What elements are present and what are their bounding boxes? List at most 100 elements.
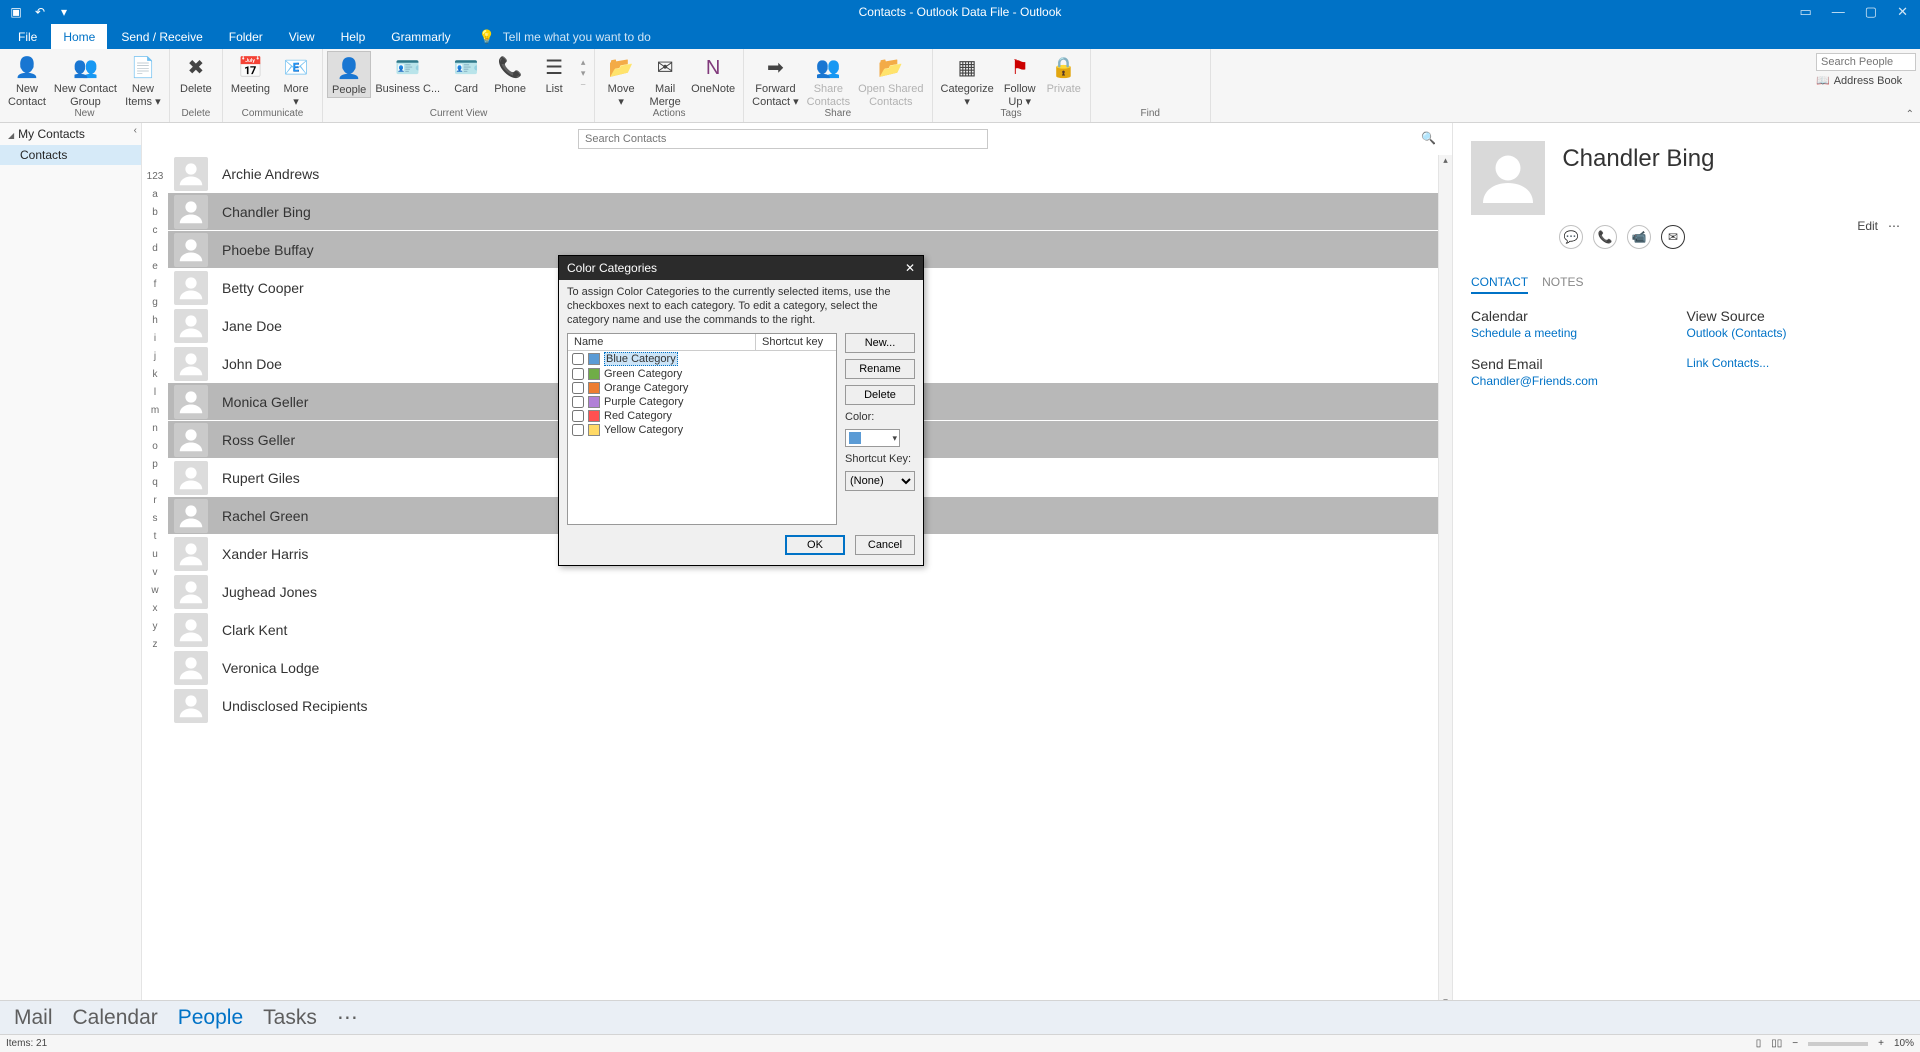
minimize-icon[interactable]: — bbox=[1832, 4, 1845, 20]
move-button[interactable]: 📂Move▾ bbox=[599, 51, 643, 108]
view-business-card-button[interactable]: 🪪Business C... bbox=[371, 51, 444, 96]
category-checkbox[interactable] bbox=[572, 353, 584, 365]
nav-calendar[interactable]: Calendar bbox=[73, 1006, 158, 1030]
scroll-up-icon[interactable]: ▴ bbox=[1439, 155, 1452, 169]
nav-mail[interactable]: Mail bbox=[14, 1006, 53, 1030]
email-action-icon[interactable]: ✉ bbox=[1661, 225, 1685, 249]
alpha-m[interactable]: m bbox=[151, 405, 159, 416]
contact-row[interactable]: Veronica Lodge bbox=[168, 649, 1452, 687]
my-contacts-heading[interactable]: My Contacts bbox=[0, 123, 141, 145]
new-contact-group-button[interactable]: 👥New ContactGroup bbox=[50, 51, 121, 108]
nav-tasks[interactable]: Tasks bbox=[263, 1006, 317, 1030]
call-action-icon[interactable]: 📞 bbox=[1593, 225, 1617, 249]
alpha-c[interactable]: c bbox=[153, 225, 158, 236]
nav-more-icon[interactable]: ⋯ bbox=[337, 1005, 358, 1030]
category-checkbox[interactable] bbox=[572, 410, 584, 422]
category-checkbox[interactable] bbox=[572, 368, 584, 380]
category-row[interactable]: Yellow Category bbox=[568, 423, 836, 437]
color-dropdown[interactable] bbox=[845, 429, 900, 447]
alpha-x[interactable]: x bbox=[153, 603, 158, 614]
chat-action-icon[interactable]: 💬 bbox=[1559, 225, 1583, 249]
contact-row[interactable]: Archie Andrews bbox=[168, 155, 1452, 193]
scrollbar[interactable]: ▴ ▾ bbox=[1438, 155, 1452, 1010]
zoom-in-icon[interactable]: + bbox=[1878, 1038, 1884, 1049]
address-book-button[interactable]: 📖Address Book bbox=[1816, 74, 1916, 87]
new-items-button[interactable]: 📄NewItems ▾ bbox=[121, 51, 165, 108]
alpha-123[interactable]: 123 bbox=[147, 171, 164, 182]
alpha-w[interactable]: w bbox=[151, 585, 158, 596]
delete-button[interactable]: ✖Delete bbox=[174, 51, 218, 96]
tell-me[interactable]: 💡 Tell me what you want to do bbox=[479, 24, 651, 49]
alpha-a[interactable]: a bbox=[152, 189, 158, 200]
link-contacts-link[interactable]: Link Contacts... bbox=[1687, 356, 1903, 370]
contact-row[interactable]: Chandler Bing bbox=[168, 193, 1452, 231]
schedule-meeting-link[interactable]: Schedule a meeting bbox=[1471, 326, 1687, 340]
alpha-b[interactable]: b bbox=[152, 207, 158, 218]
alpha-z[interactable]: z bbox=[153, 639, 158, 650]
follow-up-button[interactable]: ⚑FollowUp ▾ bbox=[998, 51, 1042, 108]
more-options-icon[interactable]: ⋯ bbox=[1888, 219, 1900, 233]
category-checkbox[interactable] bbox=[572, 424, 584, 436]
contact-row[interactable]: Undisclosed Recipients bbox=[168, 687, 1452, 725]
tab-grammarly[interactable]: Grammarly bbox=[379, 24, 462, 49]
contact-email-link[interactable]: Chandler@Friends.com bbox=[1471, 374, 1687, 388]
view-phone-button[interactable]: 📞Phone bbox=[488, 51, 532, 96]
close-icon[interactable]: ✕ bbox=[1897, 4, 1908, 20]
tab-view[interactable]: View bbox=[277, 24, 327, 49]
undo-icon[interactable]: ↶ bbox=[32, 4, 48, 20]
alpha-n[interactable]: n bbox=[152, 423, 158, 434]
mail-merge-button[interactable]: ✉MailMerge bbox=[643, 51, 687, 108]
forward-contact-button[interactable]: ➡ForwardContact ▾ bbox=[748, 51, 803, 108]
alpha-v[interactable]: v bbox=[153, 567, 158, 578]
alpha-y[interactable]: y bbox=[153, 621, 158, 632]
folder-contacts[interactable]: Contacts bbox=[0, 145, 141, 165]
category-checkbox[interactable] bbox=[572, 396, 584, 408]
edit-link[interactable]: Edit bbox=[1857, 219, 1878, 233]
ribbon-display-icon[interactable]: ▭ bbox=[1800, 4, 1812, 20]
zoom-slider[interactable] bbox=[1808, 1042, 1868, 1046]
category-checkbox[interactable] bbox=[572, 382, 584, 394]
alpha-g[interactable]: g bbox=[152, 297, 158, 308]
tab-contact[interactable]: CONTACT bbox=[1471, 275, 1528, 294]
alpha-t[interactable]: t bbox=[154, 531, 157, 542]
dialog-close-icon[interactable]: ✕ bbox=[905, 261, 915, 275]
view-card-button[interactable]: 🪪Card bbox=[444, 51, 488, 96]
alpha-i[interactable]: i bbox=[154, 333, 156, 344]
search-contacts-input[interactable] bbox=[578, 129, 988, 149]
contact-row[interactable]: Jughead Jones bbox=[168, 573, 1452, 611]
alpha-o[interactable]: o bbox=[152, 441, 158, 452]
alpha-l[interactable]: l bbox=[154, 387, 156, 398]
video-action-icon[interactable]: 📹 bbox=[1627, 225, 1651, 249]
onenote-button[interactable]: NOneNote bbox=[687, 51, 739, 96]
alpha-q[interactable]: q bbox=[152, 477, 158, 488]
nav-people[interactable]: People bbox=[178, 1006, 243, 1030]
category-row[interactable]: Orange Category bbox=[568, 381, 836, 395]
ok-button[interactable]: OK bbox=[785, 535, 845, 555]
delete-category-button[interactable]: Delete bbox=[845, 385, 915, 405]
alpha-u[interactable]: u bbox=[152, 549, 158, 560]
categorize-button[interactable]: ▦Categorize▾ bbox=[937, 51, 998, 108]
view-source-link[interactable]: Outlook (Contacts) bbox=[1687, 326, 1903, 340]
category-row[interactable]: Green Category bbox=[568, 367, 836, 381]
alpha-s[interactable]: s bbox=[153, 513, 158, 524]
zoom-out-icon[interactable]: − bbox=[1792, 1038, 1798, 1049]
search-people-input[interactable] bbox=[1816, 53, 1916, 71]
outlook-icon[interactable]: ▣ bbox=[8, 4, 24, 20]
search-icon[interactable]: 🔍 bbox=[1421, 131, 1436, 145]
view-people-button[interactable]: 👤People bbox=[327, 51, 371, 98]
collapse-folder-pane-icon[interactable]: ‹ bbox=[134, 125, 137, 136]
cancel-button[interactable]: Cancel bbox=[855, 535, 915, 555]
view-list-button[interactable]: ☰List bbox=[532, 51, 576, 96]
tab-notes[interactable]: NOTES bbox=[1542, 275, 1583, 294]
tab-file[interactable]: File bbox=[6, 24, 49, 49]
collapse-ribbon-icon[interactable]: ⌃ bbox=[1906, 109, 1914, 120]
alpha-k[interactable]: k bbox=[153, 369, 158, 380]
alpha-e[interactable]: e bbox=[152, 261, 158, 272]
alpha-f[interactable]: f bbox=[154, 279, 157, 290]
view-normal-icon[interactable]: ▯ bbox=[1756, 1038, 1762, 1049]
rename-category-button[interactable]: Rename bbox=[845, 359, 915, 379]
meeting-button[interactable]: 📅Meeting bbox=[227, 51, 274, 96]
tab-home[interactable]: Home bbox=[51, 24, 107, 49]
tab-help[interactable]: Help bbox=[329, 24, 378, 49]
alpha-r[interactable]: r bbox=[153, 495, 156, 506]
